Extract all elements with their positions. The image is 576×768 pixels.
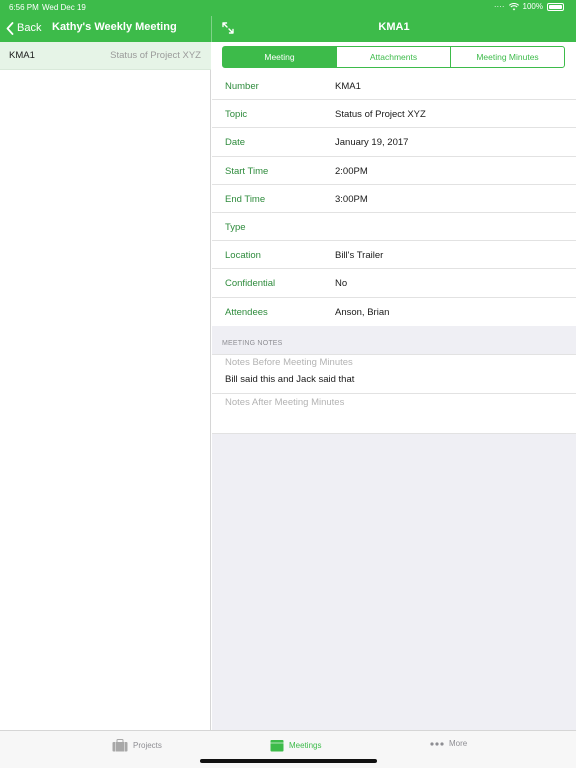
status-indicators: ···· 100% <box>494 2 564 11</box>
field-label: Date <box>225 137 246 149</box>
notes-block: Notes Before Meeting Minutes Bill said t… <box>212 354 576 434</box>
field-label: Start Time <box>225 165 269 177</box>
ellipsis-icon <box>430 741 444 746</box>
battery-icon <box>547 2 564 11</box>
field-value: Status of Project XYZ <box>335 109 426 121</box>
tab-projects-label: Projects <box>133 741 162 750</box>
calendar-icon <box>270 740 284 752</box>
chevron-left-icon <box>6 21 14 35</box>
tab-projects[interactable]: Projects <box>112 739 162 752</box>
notes-section-header: MEETING NOTES <box>222 340 283 347</box>
notes-after-field[interactable]: Notes After Meeting Minutes <box>225 397 344 408</box>
segment-meeting[interactable]: Meeting <box>222 46 337 68</box>
field-row-start-time[interactable]: Start Time 2:00PM <box>212 157 576 185</box>
field-label: Topic <box>225 109 248 121</box>
field-row-confidential[interactable]: Confidential No <box>212 269 576 298</box>
tab-more[interactable]: More <box>430 739 467 748</box>
field-row-location[interactable]: Location Bill's Trailer <box>212 241 576 270</box>
notes-before-field[interactable]: Bill said this and Jack said that <box>225 374 354 385</box>
field-value: KMA1 <box>335 81 361 92</box>
field-label: End Time <box>225 193 266 205</box>
wifi-icon <box>508 2 519 10</box>
status-date: Wed Dec 19 <box>42 3 86 12</box>
briefcase-icon <box>112 739 128 752</box>
field-value: No <box>335 278 348 290</box>
top-nav-bar: 6:56 PM Wed Dec 19 ···· 100% Back Kathy'… <box>0 0 576 42</box>
field-row-end-time[interactable]: End Time 3:00PM <box>212 185 576 213</box>
field-value: January 19, 2017 <box>335 137 409 149</box>
back-button[interactable]: Back <box>6 20 41 36</box>
meeting-detail: Meeting Attachments Meeting Minutes Numb… <box>212 42 576 730</box>
field-row-topic[interactable]: Topic Status of Project XYZ <box>212 100 576 129</box>
field-row-date[interactable]: Date January 19, 2017 <box>212 128 576 157</box>
field-value: Anson, Brian <box>335 306 390 318</box>
field-value: Bill's Trailer <box>335 250 384 262</box>
field-value: 3:00PM <box>335 193 368 205</box>
tab-meetings-label: Meetings <box>289 741 322 750</box>
detail-title: KMA1 <box>378 21 410 33</box>
tab-more-label: More <box>449 739 468 748</box>
field-row-type[interactable]: Type <box>212 213 576 242</box>
field-value: 2:00PM <box>335 165 368 177</box>
field-label: Location <box>225 250 261 262</box>
meeting-fields: Number KMA1 Topic Status of Project XYZ … <box>212 72 576 326</box>
notes-before-placeholder: Notes Before Meeting Minutes <box>225 357 353 368</box>
field-label: Type <box>225 221 246 233</box>
field-label: Confidential <box>225 278 276 290</box>
status-time: 6:56 PM <box>9 3 39 12</box>
signal-dots-icon: ···· <box>493 2 505 11</box>
list-item-topic: Status of Project XYZ <box>110 50 201 61</box>
left-pane-title: Kathy's Weekly Meeting <box>52 21 177 33</box>
notes-divider <box>212 393 576 394</box>
field-row-number[interactable]: Number KMA1 <box>212 72 576 101</box>
tab-meetings[interactable]: Meetings <box>270 739 321 752</box>
meeting-list: KMA1 Status of Project XYZ <box>0 42 211 730</box>
segmented-control: Meeting Attachments Meeting Minutes <box>212 42 576 72</box>
list-item-number: KMA1 <box>9 50 35 61</box>
home-indicator <box>200 759 377 763</box>
field-row-attendees[interactable]: Attendees Anson, Brian <box>212 298 576 326</box>
list-item[interactable]: KMA1 Status of Project XYZ <box>0 42 211 70</box>
field-label: Number <box>225 81 259 92</box>
segment-meeting-minutes[interactable]: Meeting Minutes <box>450 46 565 68</box>
field-label: Attendees <box>225 306 268 318</box>
segment-attachments[interactable]: Attachments <box>336 46 451 68</box>
battery-percent: 100% <box>522 2 543 11</box>
back-label: Back <box>17 22 42 34</box>
